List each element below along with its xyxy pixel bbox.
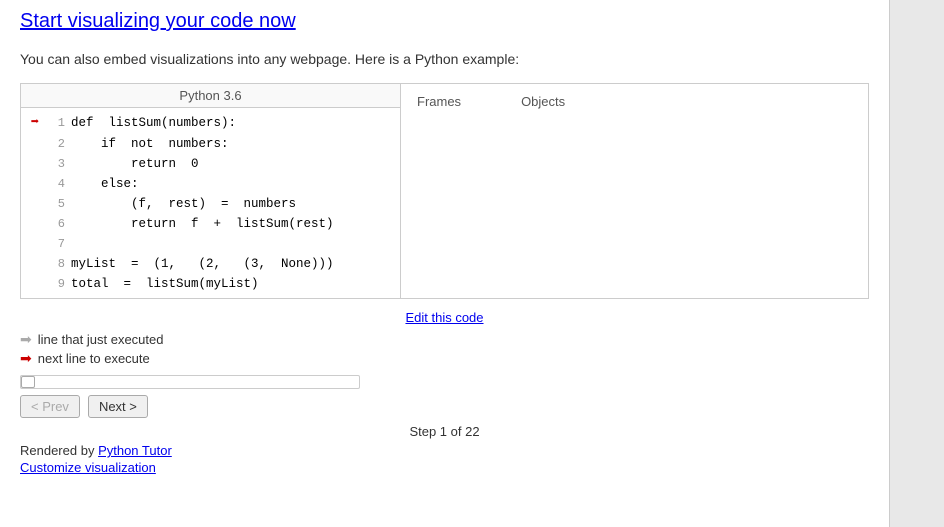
frames-objects-panel: Frames Objects xyxy=(401,84,868,298)
red-line-arrow: ➡ xyxy=(31,112,39,134)
page-title[interactable]: Start visualizing your code now xyxy=(20,10,869,33)
code-line: 4 else: xyxy=(21,174,400,194)
line-number: 1 xyxy=(45,114,65,133)
legend: ➡ line that just executed ➡ next line to… xyxy=(20,331,869,367)
code-header: Python 3.6 xyxy=(21,84,400,108)
edit-code-link[interactable]: Edit this code xyxy=(405,310,483,325)
rendered-by: Rendered by Python Tutor xyxy=(20,443,869,458)
legend-red-item: ➡ next line to execute xyxy=(20,350,869,367)
line-code: if not numbers: xyxy=(71,134,229,154)
line-code: return 0 xyxy=(71,154,199,174)
embed-description: You can also embed visualizations into a… xyxy=(20,51,869,67)
legend-red-text: next line to execute xyxy=(38,351,150,366)
prev-button[interactable]: < Prev xyxy=(20,395,80,418)
line-number: 9 xyxy=(45,275,65,294)
code-line: 9 total = listSum(myList) xyxy=(21,274,400,294)
progress-bar-thumb[interactable] xyxy=(21,376,35,388)
line-number: 4 xyxy=(45,175,65,194)
red-arrow-icon: ➡ xyxy=(20,350,32,367)
progress-bar-track[interactable] xyxy=(20,375,360,389)
code-line: 5 (f, rest) = numbers xyxy=(21,194,400,214)
next-button[interactable]: Next > xyxy=(88,395,148,418)
line-number: 7 xyxy=(45,235,65,254)
python-tutor-link[interactable]: Python Tutor xyxy=(98,443,172,458)
legend-gray-item: ➡ line that just executed xyxy=(20,331,869,348)
edit-link-container: Edit this code xyxy=(20,309,869,325)
code-line: 6 return f + listSum(rest) xyxy=(21,214,400,234)
step-info: Step 1 of 22 xyxy=(20,424,869,439)
gray-arrow-icon: ➡ xyxy=(20,331,32,348)
rendered-by-text: Rendered by xyxy=(20,443,98,458)
customize-link[interactable]: Customize visualization xyxy=(20,460,869,475)
line-number: 3 xyxy=(45,155,65,174)
code-line: 8 myList = (1, (2, (3, None))) xyxy=(21,254,400,274)
code-line: 2 if not numbers: xyxy=(21,134,400,154)
line-code: return f + listSum(rest) xyxy=(71,214,334,234)
line-arrow-icon: ➡ xyxy=(25,112,45,134)
code-line: ➡ 1 def listSum(numbers): xyxy=(21,112,400,134)
line-code: def listSum(numbers): xyxy=(71,113,236,133)
line-code: (f, rest) = numbers xyxy=(71,194,296,214)
frames-objects-header: Frames Objects xyxy=(409,92,860,111)
progress-bar-container[interactable] xyxy=(20,375,869,389)
code-panel: Python 3.6 ➡1def listSum(numbers):2 if n… xyxy=(21,84,401,298)
code-line: 7 xyxy=(21,234,400,254)
frames-label: Frames xyxy=(417,94,461,109)
line-number: 6 xyxy=(45,215,65,234)
line-number: 2 xyxy=(45,135,65,154)
line-number: 8 xyxy=(45,255,65,274)
line-code: myList = (1, (2, (3, None))) xyxy=(71,254,334,274)
line-code: else: xyxy=(71,174,139,194)
code-body: ➡1def listSum(numbers):2 if not numbers:… xyxy=(21,108,400,298)
line-code: total = listSum(myList) xyxy=(71,274,259,294)
line-number: 5 xyxy=(45,195,65,214)
right-sidebar xyxy=(889,0,944,527)
code-line: 3 return 0 xyxy=(21,154,400,174)
legend-gray-text: line that just executed xyxy=(38,332,164,347)
visualizer-container: Python 3.6 ➡1def listSum(numbers):2 if n… xyxy=(20,83,869,299)
objects-label: Objects xyxy=(521,94,565,109)
nav-controls: < Prev Next > xyxy=(20,395,869,418)
